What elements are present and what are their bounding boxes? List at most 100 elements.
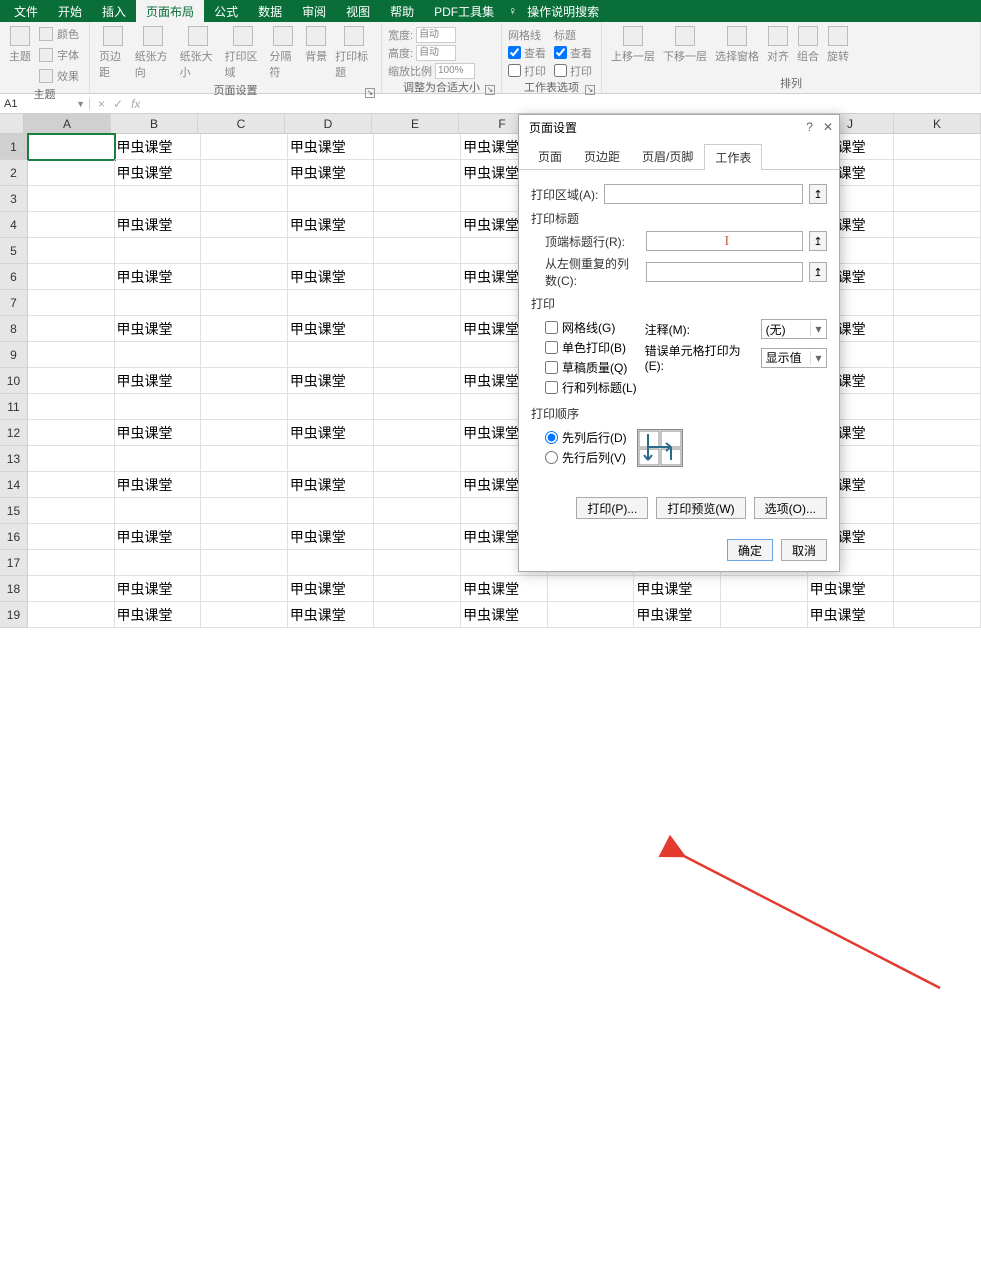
rowcol-checkbox[interactable] xyxy=(545,381,558,394)
cell[interactable] xyxy=(28,160,115,186)
background-button[interactable]: 背景 xyxy=(302,24,330,82)
cell[interactable]: 甲虫课堂 xyxy=(288,368,375,394)
cell[interactable] xyxy=(201,160,288,186)
cell[interactable]: 甲虫课堂 xyxy=(115,212,202,238)
cell[interactable] xyxy=(894,498,981,524)
cell[interactable] xyxy=(28,368,115,394)
cell[interactable] xyxy=(374,238,461,264)
cell[interactable] xyxy=(288,446,375,472)
cell[interactable] xyxy=(201,550,288,576)
print-area-input[interactable] xyxy=(604,184,803,204)
cell[interactable]: 甲虫课堂 xyxy=(115,134,202,160)
row-header[interactable]: 17 xyxy=(0,550,28,576)
print-button[interactable]: 打印(P)... xyxy=(576,497,648,519)
mono-checkbox[interactable] xyxy=(545,341,558,354)
row-header[interactable]: 6 xyxy=(0,264,28,290)
headings-view-checkbox[interactable] xyxy=(554,46,567,59)
cell[interactable] xyxy=(894,550,981,576)
cell[interactable] xyxy=(374,498,461,524)
cell[interactable]: 甲虫课堂 xyxy=(115,264,202,290)
row-header[interactable]: 1 xyxy=(0,134,28,160)
cell[interactable] xyxy=(894,472,981,498)
print-titles-button[interactable]: 打印标题 xyxy=(332,24,375,82)
cell[interactable] xyxy=(288,290,375,316)
cell[interactable] xyxy=(201,212,288,238)
themes-button[interactable]: 主题 xyxy=(6,24,34,86)
cell[interactable]: 甲虫课堂 xyxy=(288,576,375,602)
row-header[interactable]: 8 xyxy=(0,316,28,342)
cell[interactable]: 甲虫课堂 xyxy=(808,602,895,628)
column-header[interactable]: B xyxy=(111,114,198,133)
ok-button[interactable]: 确定 xyxy=(727,539,773,561)
cell[interactable] xyxy=(201,524,288,550)
column-header[interactable]: C xyxy=(198,114,285,133)
cell[interactable] xyxy=(28,238,115,264)
menu-formulas[interactable]: 公式 xyxy=(204,0,248,23)
cell[interactable] xyxy=(28,550,115,576)
cell[interactable] xyxy=(28,212,115,238)
cell[interactable] xyxy=(374,342,461,368)
gridlines-view-checkbox[interactable] xyxy=(508,46,521,59)
cell[interactable] xyxy=(894,238,981,264)
cell[interactable]: 甲虫课堂 xyxy=(288,316,375,342)
cell[interactable] xyxy=(28,394,115,420)
cell[interactable] xyxy=(201,576,288,602)
cell[interactable] xyxy=(115,550,202,576)
dialog-titlebar[interactable]: 页面设置 ? ✕ xyxy=(519,115,839,139)
cell[interactable] xyxy=(288,238,375,264)
left-cols-input[interactable] xyxy=(646,262,803,282)
cell[interactable] xyxy=(374,290,461,316)
cell[interactable] xyxy=(894,420,981,446)
headings-print-checkbox[interactable] xyxy=(554,64,567,77)
menu-help[interactable]: 帮助 xyxy=(380,0,424,23)
cell[interactable]: 甲虫课堂 xyxy=(288,524,375,550)
sheet-options-launcher[interactable]: ↘ xyxy=(585,85,595,95)
menu-home[interactable]: 开始 xyxy=(48,0,92,23)
cancel-button[interactable]: 取消 xyxy=(781,539,827,561)
cell[interactable] xyxy=(115,238,202,264)
row-header[interactable]: 13 xyxy=(0,446,28,472)
cell[interactable] xyxy=(28,524,115,550)
row-header[interactable]: 14 xyxy=(0,472,28,498)
cell[interactable] xyxy=(201,316,288,342)
cell[interactable] xyxy=(894,212,981,238)
print-area-ref-button[interactable]: ↥ xyxy=(809,184,827,204)
cell[interactable] xyxy=(374,316,461,342)
cell[interactable] xyxy=(374,212,461,238)
cell[interactable] xyxy=(894,134,981,160)
cell[interactable] xyxy=(374,394,461,420)
selection-pane-button[interactable]: 选择窗格 xyxy=(712,24,762,66)
close-icon[interactable]: ✕ xyxy=(823,120,833,134)
gridlines-print-checkbox[interactable] xyxy=(508,64,521,77)
tab-sheet[interactable]: 工作表 xyxy=(704,144,762,170)
menu-view[interactable]: 视图 xyxy=(336,0,380,23)
cell[interactable] xyxy=(374,602,461,628)
theme-colors[interactable]: 颜色 xyxy=(36,24,82,44)
cell[interactable]: 甲虫课堂 xyxy=(288,420,375,446)
cell[interactable] xyxy=(894,368,981,394)
cell[interactable]: 甲虫课堂 xyxy=(288,212,375,238)
bring-forward-button[interactable]: 上移一层 xyxy=(608,24,658,66)
cell[interactable] xyxy=(374,446,461,472)
cell[interactable] xyxy=(28,290,115,316)
menu-review[interactable]: 审阅 xyxy=(292,0,336,23)
cell[interactable]: 甲虫课堂 xyxy=(634,576,721,602)
cell[interactable]: 甲虫课堂 xyxy=(461,576,548,602)
row-header[interactable]: 19 xyxy=(0,602,28,628)
cell[interactable] xyxy=(201,342,288,368)
page-setup-launcher[interactable]: ↘ xyxy=(365,88,375,98)
row-header[interactable]: 16 xyxy=(0,524,28,550)
comments-dropdown[interactable]: (无)▾ xyxy=(761,319,827,339)
row-header[interactable]: 18 xyxy=(0,576,28,602)
cell[interactable] xyxy=(894,576,981,602)
cell[interactable] xyxy=(374,472,461,498)
menu-pdf[interactable]: PDF工具集 xyxy=(424,0,504,23)
cell[interactable] xyxy=(28,186,115,212)
cell[interactable] xyxy=(115,446,202,472)
margins-button[interactable]: 页边距 xyxy=(96,24,130,82)
cell[interactable] xyxy=(201,134,288,160)
cell[interactable] xyxy=(374,368,461,394)
cell[interactable] xyxy=(201,498,288,524)
cell[interactable] xyxy=(374,576,461,602)
cell[interactable] xyxy=(288,550,375,576)
